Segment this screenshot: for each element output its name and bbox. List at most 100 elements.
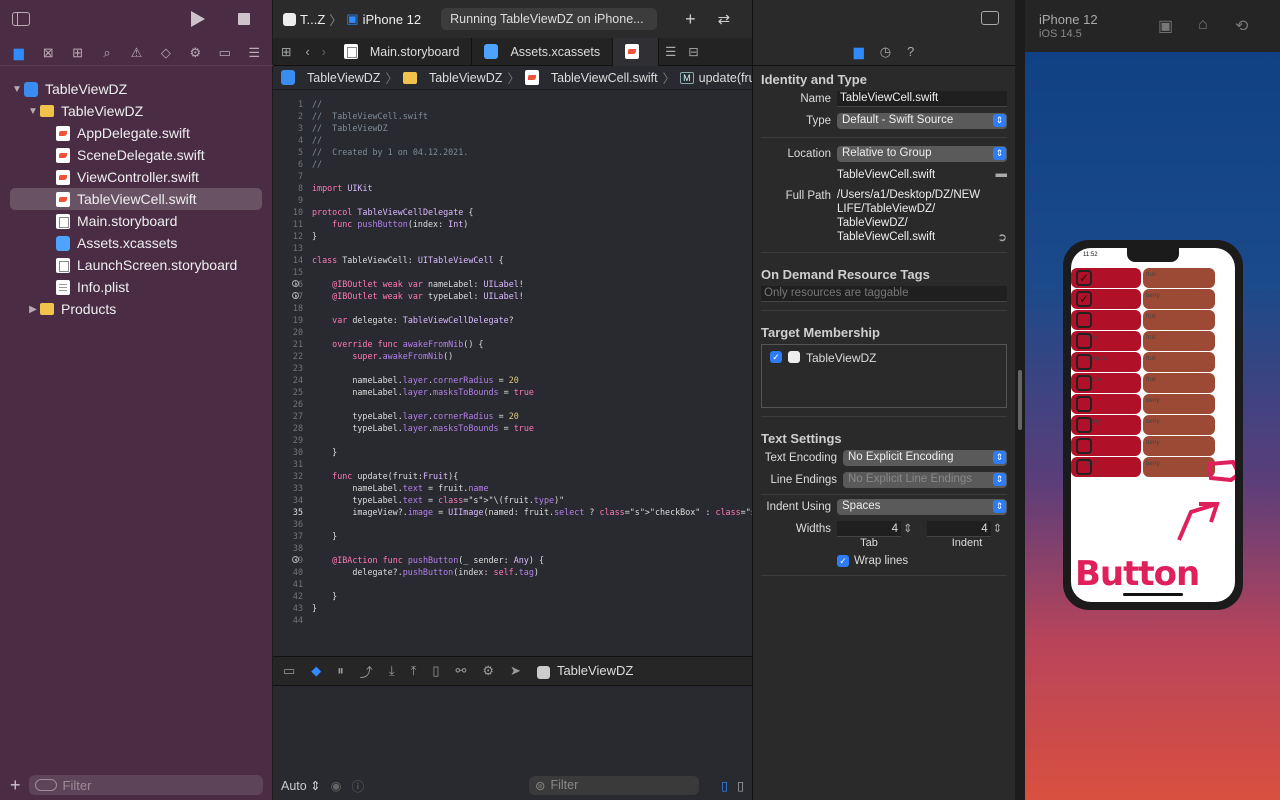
test-icon[interactable]: ◇ bbox=[156, 45, 176, 61]
line-number[interactable]: 13 bbox=[273, 242, 303, 254]
code-line[interactable]: typeLabel.layer.masksToBounds = true bbox=[312, 422, 534, 434]
code-line[interactable]: } bbox=[312, 230, 317, 242]
target-label[interactable]: TableViewDZ bbox=[536, 663, 633, 679]
issue-icon[interactable]: ⚠ bbox=[126, 45, 146, 61]
find-icon[interactable]: ⌕ bbox=[97, 45, 117, 61]
back-icon[interactable]: ‹ bbox=[299, 45, 315, 59]
code-area[interactable]: 1 // 2 // TableViewCell.swift 3 // TableViewD… bbox=[273, 96, 796, 656]
line-number[interactable]: 22 bbox=[273, 350, 303, 362]
code-line[interactable]: } bbox=[312, 590, 337, 602]
code-line[interactable]: var delegate: TableViewCellDelegate? bbox=[312, 314, 514, 326]
file-tree-item[interactable]: Assets.xcassets bbox=[0, 232, 272, 254]
file-tree-item[interactable]: ViewController.swift bbox=[0, 166, 272, 188]
file-tree-item[interactable]: ▶ Products bbox=[0, 298, 272, 320]
line-number[interactable]: 2 bbox=[273, 110, 303, 122]
stop-button[interactable] bbox=[238, 13, 250, 25]
outlet-connection-icon[interactable] bbox=[292, 292, 299, 299]
line-number[interactable]: 42 bbox=[273, 590, 303, 602]
line-number[interactable]: 3 bbox=[273, 122, 303, 134]
type-popup[interactable]: Default - Swift Source bbox=[837, 113, 1007, 129]
line-number[interactable]: 25 bbox=[273, 386, 303, 398]
code-line[interactable]: @IBAction func pushButton(_ sender: Any)… bbox=[312, 554, 544, 566]
breakpoints-toggle-icon[interactable]: ◆ bbox=[311, 663, 321, 679]
jump-group[interactable]: TableViewDZ bbox=[429, 71, 502, 85]
auto-selector[interactable]: Auto ⇕ bbox=[281, 778, 321, 793]
code-line[interactable]: protocol TableViewCellDelegate { bbox=[312, 206, 473, 218]
line-number[interactable]: 4 bbox=[273, 134, 303, 146]
tab-width-field[interactable]: 4 bbox=[837, 521, 901, 537]
folder-icon[interactable]: ▬ bbox=[996, 168, 1008, 180]
code-line[interactable]: } bbox=[312, 446, 337, 458]
line-number[interactable]: 5 bbox=[273, 146, 303, 158]
encoding-popup[interactable]: No Explicit Encoding bbox=[843, 450, 1007, 466]
help-icon[interactable]: ? bbox=[907, 44, 914, 59]
line-number[interactable]: 9 bbox=[273, 194, 303, 206]
line-number[interactable]: 11 bbox=[273, 218, 303, 230]
line-number[interactable]: 23 bbox=[273, 362, 303, 374]
file-tree-item[interactable]: ▼ TableViewDZ bbox=[0, 100, 272, 122]
file-inspector-icon[interactable]: ▆ bbox=[854, 44, 864, 60]
code-line[interactable]: } bbox=[312, 530, 337, 542]
code-line[interactable]: typeLabel.layer.cornerRadius = 20 bbox=[312, 410, 518, 422]
line-number[interactable]: 33 bbox=[273, 482, 303, 494]
code-line[interactable]: @IBOutlet weak var nameLabel: UILabel! bbox=[312, 278, 524, 290]
info-icon[interactable]: ⓘ bbox=[352, 776, 365, 795]
variables-view-icon[interactable]: ▯ bbox=[721, 778, 728, 793]
grid-icon[interactable]: ⊞ bbox=[273, 44, 299, 59]
run-button[interactable] bbox=[191, 11, 205, 27]
hide-debug-icon[interactable]: ▭ bbox=[283, 663, 295, 679]
code-line[interactable]: // TableViewCell.swift bbox=[312, 110, 428, 122]
file-tree-item[interactable]: LaunchScreen.storyboard bbox=[0, 254, 272, 276]
outlet-connection-icon[interactable] bbox=[292, 280, 299, 287]
name-field[interactable]: TableViewCell.swift bbox=[837, 91, 1007, 107]
line-number[interactable]: 19 bbox=[273, 314, 303, 326]
split-editor-icon[interactable]: ⊟ bbox=[682, 44, 704, 59]
tab-assets[interactable]: Assets.xcassets bbox=[472, 37, 614, 66]
code-line[interactable]: class TableViewCell: UITableViewCell { bbox=[312, 254, 504, 266]
jump-project[interactable]: TableViewDZ bbox=[307, 71, 380, 85]
line-number[interactable]: 34 bbox=[273, 494, 303, 506]
file-tree-item[interactable]: AppDelegate.swift bbox=[0, 122, 272, 144]
indent-stepper[interactable]: ⇕ bbox=[993, 521, 1003, 535]
code-line[interactable]: // bbox=[312, 134, 322, 146]
step-into-icon[interactable]: ⤓ bbox=[389, 663, 395, 679]
code-line[interactable]: typeLabel.text = class="s">"\(fruit.type… bbox=[312, 494, 564, 506]
code-line[interactable]: imageView?.image = UIImage(named: fruit.… bbox=[312, 506, 796, 518]
console-view-icon[interactable]: ▯ bbox=[737, 778, 744, 793]
file-tree-item[interactable]: Info.plist bbox=[0, 276, 272, 298]
line-number[interactable]: 1 bbox=[273, 98, 303, 110]
line-number[interactable]: 6 bbox=[273, 158, 303, 170]
target-checkbox[interactable]: ✓ bbox=[770, 351, 782, 363]
line-number[interactable]: 7 bbox=[273, 170, 303, 182]
view-debugger-icon[interactable]: ▯ bbox=[432, 663, 439, 679]
line-number[interactable]: 35 bbox=[273, 506, 303, 518]
symbol-navigator-icon[interactable]: ⊞ bbox=[68, 45, 88, 61]
code-line[interactable]: // bbox=[312, 158, 322, 170]
tab-tableviewcell[interactable] bbox=[613, 37, 660, 66]
resize-handle[interactable] bbox=[1018, 370, 1022, 430]
report-icon[interactable]: ☰ bbox=[244, 45, 264, 61]
code-line[interactable]: // bbox=[312, 98, 322, 110]
code-line[interactable]: } bbox=[312, 602, 317, 614]
line-number[interactable]: 20 bbox=[273, 326, 303, 338]
folder-navigator-icon[interactable]: ▆ bbox=[9, 45, 29, 61]
code-line[interactable]: func update(fruit:Fruit){ bbox=[312, 470, 458, 482]
line-number[interactable]: 12 bbox=[273, 230, 303, 242]
line-number[interactable]: 18 bbox=[273, 302, 303, 314]
line-number[interactable]: 21 bbox=[273, 338, 303, 350]
navigator-filter-field[interactable]: Filter bbox=[28, 775, 263, 795]
sidebar-toggle-icon[interactable] bbox=[12, 12, 30, 26]
wrap-lines-checkbox[interactable]: ✓ bbox=[837, 555, 849, 567]
jump-file[interactable]: TableViewCell.swift bbox=[551, 71, 658, 85]
code-line[interactable]: @IBOutlet weak var typeLabel: UILabel! bbox=[312, 290, 524, 302]
file-tree-item[interactable]: SceneDelegate.swift bbox=[0, 144, 272, 166]
source-control-icon[interactable]: ⊠ bbox=[38, 45, 58, 61]
file-tree-item[interactable]: ▼ TableViewDZ bbox=[0, 78, 272, 100]
code-line[interactable]: nameLabel.layer.cornerRadius = 20 bbox=[312, 374, 518, 386]
code-line[interactable]: // Created by 1 on 04.12.2021. bbox=[312, 146, 468, 158]
forward-icon[interactable]: › bbox=[316, 45, 332, 59]
library-add-icon[interactable]: + bbox=[685, 9, 696, 30]
indent-width-field[interactable]: 4 bbox=[926, 521, 991, 537]
rotate-icon[interactable]: ⟲ bbox=[1235, 16, 1248, 36]
code-line[interactable]: nameLabel.layer.masksToBounds = true bbox=[312, 386, 534, 398]
